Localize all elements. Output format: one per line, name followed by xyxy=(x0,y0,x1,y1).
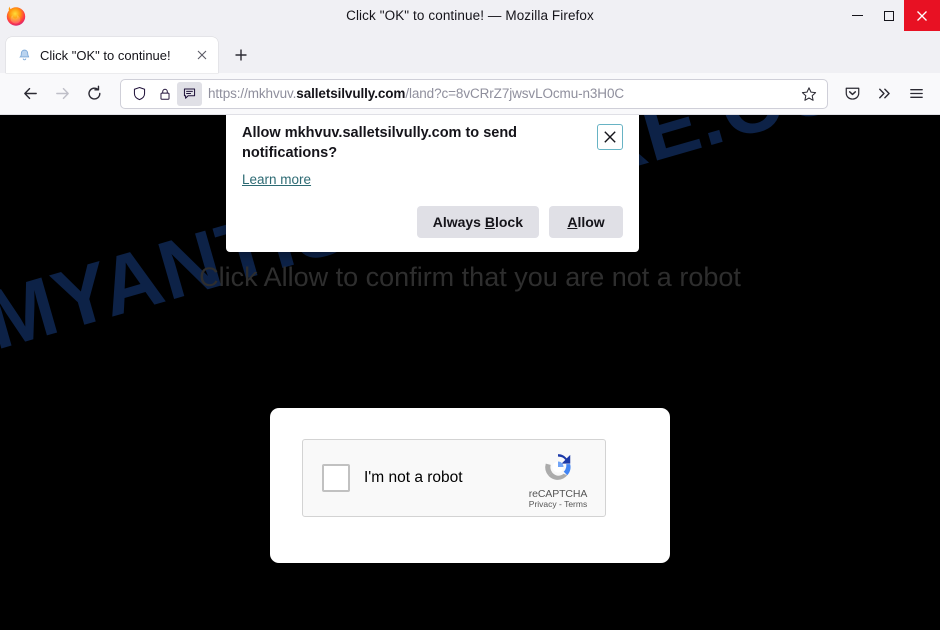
page-content: MYANTISPYWARE.COM Click Allow to confirm… xyxy=(0,115,940,630)
reload-button[interactable] xyxy=(78,78,110,110)
close-icon xyxy=(197,50,207,60)
bell-icon xyxy=(16,47,32,63)
address-bar[interactable]: https://mkhvuv.salletsilvully.com/land?c… xyxy=(120,78,828,109)
close-icon xyxy=(604,131,616,143)
notification-permission-icon[interactable] xyxy=(177,81,202,106)
permission-popup-title: Allow mkhvuv.salletsilvully.com to send … xyxy=(242,125,518,161)
url-subdomain: mkhvuv. xyxy=(247,86,297,101)
chevron-double-right-icon xyxy=(878,88,890,99)
minimize-icon xyxy=(852,14,863,17)
browser-tab[interactable]: Click "OK" to continue! xyxy=(6,37,218,73)
url-display[interactable]: https://mkhvuv.salletsilvully.com/land?c… xyxy=(208,86,797,101)
allow-button[interactable]: Allow xyxy=(549,206,623,239)
close-window-button[interactable] xyxy=(904,0,940,31)
plus-icon xyxy=(235,49,247,61)
url-domain: salletsilvully.com xyxy=(296,86,406,101)
permission-popup-actions: Always Block Allow xyxy=(242,206,623,239)
permission-popup-header: Allow mkhvuv.salletsilvully.com to send … xyxy=(242,124,623,163)
hamburger-menu-icon xyxy=(909,89,923,98)
allow-label-suffix: llow xyxy=(577,214,605,231)
lock-icon[interactable] xyxy=(152,82,177,106)
browser-window: Click "OK" to continue! — Mozilla Firefo… xyxy=(0,0,940,630)
arrow-left-icon xyxy=(23,87,37,100)
recaptcha-checkbox[interactable] xyxy=(322,464,350,492)
captcha-card: I'm not a robot reCAPTCHA Privacy - Term… xyxy=(270,408,670,563)
notification-permission-popup: Allow mkhvuv.salletsilvully.com to send … xyxy=(226,115,639,253)
new-tab-button[interactable] xyxy=(226,40,256,70)
block-label-prefix: Always xyxy=(432,214,485,231)
tab-strip: Click "OK" to continue! xyxy=(0,31,940,73)
arrow-right-icon xyxy=(55,87,69,100)
recaptcha-branding: reCAPTCHA Privacy - Terms xyxy=(519,447,597,509)
maximize-icon xyxy=(883,10,894,21)
window-title: Click "OK" to continue! — Mozilla Firefo… xyxy=(346,8,594,23)
recaptcha-logo-icon xyxy=(519,447,597,487)
window-controls xyxy=(842,0,940,31)
maximize-button[interactable] xyxy=(873,0,904,31)
permission-popup-close-button[interactable] xyxy=(597,124,623,150)
overflow-menu-button[interactable] xyxy=(868,78,900,110)
pocket-icon xyxy=(845,87,859,100)
minimize-button[interactable] xyxy=(842,0,873,31)
navigation-toolbar: https://mkhvuv.salletsilvully.com/land?c… xyxy=(0,73,940,115)
always-block-button[interactable]: Always Block xyxy=(416,206,539,239)
block-accesskey: B xyxy=(484,214,495,231)
reload-icon xyxy=(87,85,100,100)
back-button[interactable] xyxy=(14,78,46,110)
tab-title: Click "OK" to continue! xyxy=(40,47,171,63)
forward-button[interactable] xyxy=(46,78,78,110)
close-icon xyxy=(917,10,927,21)
url-path: /land?c=8vCRrZ7jwsvLOcmu-n3H0C xyxy=(405,86,625,101)
tab-close-button[interactable] xyxy=(193,46,211,64)
pocket-save-button[interactable] xyxy=(836,78,868,110)
recaptcha-terms[interactable]: Privacy - Terms xyxy=(519,499,597,509)
toolbar-right-buttons xyxy=(836,78,932,110)
recaptcha-widget[interactable]: I'm not a robot reCAPTCHA Privacy - Term… xyxy=(302,439,606,517)
url-scheme: https:// xyxy=(208,86,248,101)
app-menu-button[interactable] xyxy=(900,78,932,110)
block-label-suffix: lock xyxy=(494,214,523,231)
recaptcha-label: I'm not a robot xyxy=(364,469,463,486)
bookmark-star-icon[interactable] xyxy=(797,82,821,106)
title-bar: Click "OK" to continue! — Mozilla Firefo… xyxy=(0,0,940,31)
page-heading: Click Allow to confirm that you are not … xyxy=(199,262,741,292)
shield-icon[interactable] xyxy=(127,82,152,106)
learn-more-link[interactable]: Learn more xyxy=(242,172,311,187)
allow-accesskey: A xyxy=(567,214,578,231)
firefox-logo-icon xyxy=(5,5,27,27)
